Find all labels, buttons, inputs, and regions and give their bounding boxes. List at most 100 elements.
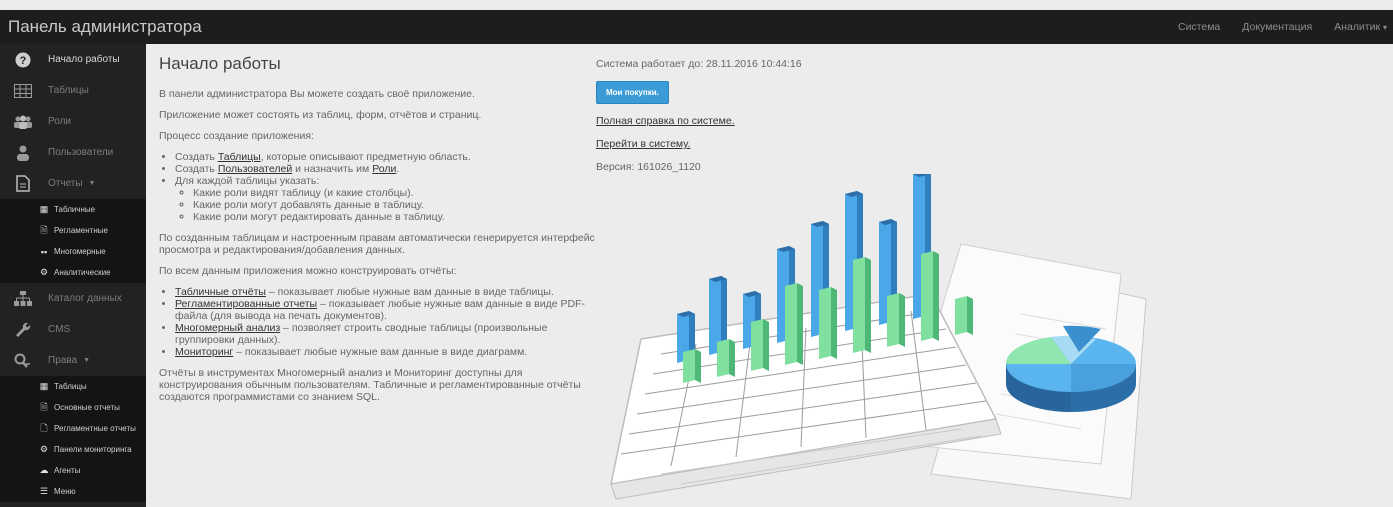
grid-icon: ▪▪	[40, 246, 48, 257]
nav-analyst[interactable]: Аналитик ▾	[1334, 21, 1387, 33]
footer-text: Отчёты в инструментах Многомерный анализ…	[159, 367, 581, 403]
process-steps: Создать Таблицы, которые описывают предм…	[159, 151, 599, 223]
sidebar-subitem-agents[interactable]: ☁ Агенты	[0, 460, 146, 481]
sidebar-subitem-regulated-reports[interactable]: 🗋 Регламентные отчеты	[0, 418, 146, 439]
my-purchases-button[interactable]: Мои покупки.	[596, 81, 669, 104]
process-substep: Какие роли могут добавлять данные в табл…	[193, 199, 599, 211]
page-title: Начало работы	[159, 54, 281, 73]
process-step: Создать Таблицы, которые описывают предм…	[175, 151, 599, 163]
step-text: и назначить им	[292, 163, 373, 175]
system-expiry: Система работает до: 28.11.2016 10:44:16	[596, 58, 802, 70]
sidebar-item-label: Каталог данных	[48, 293, 122, 304]
sidebar-subitem-label: Регламентные	[54, 226, 108, 235]
step-text: Создать	[175, 163, 218, 175]
step-text: , которые описывают предметную область.	[260, 151, 471, 163]
sidebar-item-data-catalog[interactable]: Каталог данных	[0, 283, 146, 314]
sidebar-subitem-label: Регламентные отчеты	[54, 424, 136, 433]
regulated-reports-link[interactable]: Регламентированные отчеты	[175, 298, 317, 310]
cogs-icon: ⚙	[39, 267, 49, 277]
main-content: Начало работы В панели администратора Вы…	[146, 44, 1393, 507]
nav-documentation[interactable]: Документация	[1242, 21, 1312, 33]
cloud-icon: ☁	[39, 465, 49, 475]
report-type-desc: – показывает любые нужные вам данные в в…	[233, 346, 528, 358]
report-type: Многомерный анализ – позволяет строить с…	[175, 322, 599, 346]
sidebar-subitem-label: Меню	[54, 487, 76, 496]
nav-analyst-label: Аналитик	[1334, 21, 1381, 33]
table-icon: ▦	[39, 204, 49, 214]
intro-text-2: Приложение может состоять из таблиц, фор…	[159, 109, 482, 121]
top-navbar: Панель администратора Система Документац…	[0, 10, 1393, 44]
question-icon: ?	[10, 50, 36, 70]
top-nav: Система Документация Аналитик ▾	[1156, 21, 1393, 33]
report-types: Табличные отчёты – показывает любые нужн…	[159, 286, 599, 358]
reports-intro: По всем данным приложения можно конструи…	[159, 265, 457, 277]
report-type-desc: – показывает любые нужные вам данные в в…	[265, 286, 554, 298]
sidebar-item-rights[interactable]: Права ▼	[0, 345, 146, 376]
chevron-down-icon: ▾	[1382, 23, 1387, 32]
sidebar-item-label: Отчеты	[48, 178, 83, 189]
sidebar-subitem-menu[interactable]: ☰ Меню	[0, 481, 146, 502]
sidebar-subitem-label: Агенты	[54, 466, 81, 475]
step-text: Создать	[175, 151, 218, 163]
svg-text:?: ?	[20, 55, 27, 67]
auto-generation-text: По созданным таблицам и настроенным прав…	[159, 232, 595, 256]
process-substep: Какие роли могут редактировать данные в …	[193, 211, 599, 223]
roles-link[interactable]: Роли	[372, 163, 396, 175]
sidebar-subitem-analytical[interactable]: ⚙ Аналитические	[0, 262, 146, 283]
document-icon	[10, 174, 36, 194]
go-link-wrap: Перейти в систему.	[596, 138, 896, 150]
purchases-wrap: Мои покупки.	[596, 81, 896, 104]
bars-icon: ☰	[39, 486, 49, 496]
sidebar-item-label: Начало работы	[48, 54, 120, 65]
sidebar-subitem-label: Табличные	[54, 205, 96, 214]
table-icon	[10, 81, 36, 101]
process-step: Для каждой таблицы указать: Какие роли в…	[175, 175, 599, 223]
sidebar-subitem-label: Основные отчеты	[54, 403, 120, 412]
multidimensional-analysis-link[interactable]: Многомерный анализ	[175, 322, 280, 334]
brand-title[interactable]: Панель администратора	[0, 17, 1156, 37]
sidebar-subitem-dashboards[interactable]: ⚙ Панели мониторинга	[0, 439, 146, 460]
sidebar-item-label: CMS	[48, 324, 71, 335]
sidebar: ? Начало работы Таблицы Роли Пользовател…	[0, 44, 146, 507]
users-link[interactable]: Пользователей	[218, 163, 292, 175]
document-icon: 🗎	[40, 224, 48, 235]
sidebar-item-label: Пользователи	[48, 147, 114, 158]
sidebar-item-reports[interactable]: Отчеты ▼	[0, 168, 146, 199]
sidebar-subitem-tabular[interactable]: ▦ Табличные	[0, 199, 146, 220]
sidebar-item-getting-started[interactable]: ? Начало работы	[0, 44, 146, 75]
sidebar-subitem-main-reports[interactable]: 🗎 Основные отчеты	[0, 397, 146, 418]
sidebar-item-cms[interactable]: CMS	[0, 314, 146, 345]
sidebar-subitem-regulated[interactable]: 🗎 Регламентные	[0, 220, 146, 241]
sidebar-item-users[interactable]: Пользователи	[0, 137, 146, 168]
wrench-icon	[10, 320, 36, 340]
version-text: Версия: 161026_1120	[596, 161, 701, 173]
file-icon: 🗋	[40, 422, 48, 433]
sidebar-item-roles[interactable]: Роли	[0, 106, 146, 137]
help-link-wrap: Полная справка по системе.	[596, 115, 896, 127]
sidebar-subitem-label: Аналитические	[54, 268, 111, 277]
cogs-icon: ⚙	[39, 444, 49, 454]
analytics-illustration	[610, 174, 1147, 500]
nav-system[interactable]: Система	[1178, 21, 1220, 33]
sidebar-subitem-label: Панели мониторинга	[54, 445, 132, 454]
sidebar-item-tables[interactable]: Таблицы	[0, 75, 146, 106]
sidebar-subitem-multidimensional[interactable]: ▪▪ Многомерные	[0, 241, 146, 262]
sidebar-item-label: Роли	[48, 116, 71, 127]
monitoring-link[interactable]: Мониторинг	[175, 346, 233, 358]
caret-down-icon: ▼	[88, 180, 96, 187]
intro-text-1: В панели администратора Вы можете создат…	[159, 88, 475, 100]
full-help-link[interactable]: Полная справка по системе.	[596, 115, 735, 127]
step-text: .	[396, 163, 400, 175]
sidebar-subitem-label: Таблицы	[54, 382, 87, 391]
tables-link[interactable]: Таблицы	[218, 151, 261, 163]
sitemap-icon	[10, 289, 36, 309]
go-to-system-link[interactable]: Перейти в систему.	[596, 138, 690, 150]
table-icon: ▦	[39, 381, 49, 391]
sidebar-item-label: Таблицы	[48, 85, 89, 96]
getting-started-panel: Начало работы В панели администратора Вы…	[159, 44, 599, 412]
report-type: Мониторинг – показывает любые нужные вам…	[175, 346, 599, 358]
tabular-reports-link[interactable]: Табличные отчёты	[175, 286, 266, 298]
document-icon: 🗎	[40, 401, 48, 412]
sidebar-subitem-rights-tables[interactable]: ▦ Таблицы	[0, 376, 146, 397]
step-text: Для каждой таблицы указать:	[175, 175, 320, 187]
